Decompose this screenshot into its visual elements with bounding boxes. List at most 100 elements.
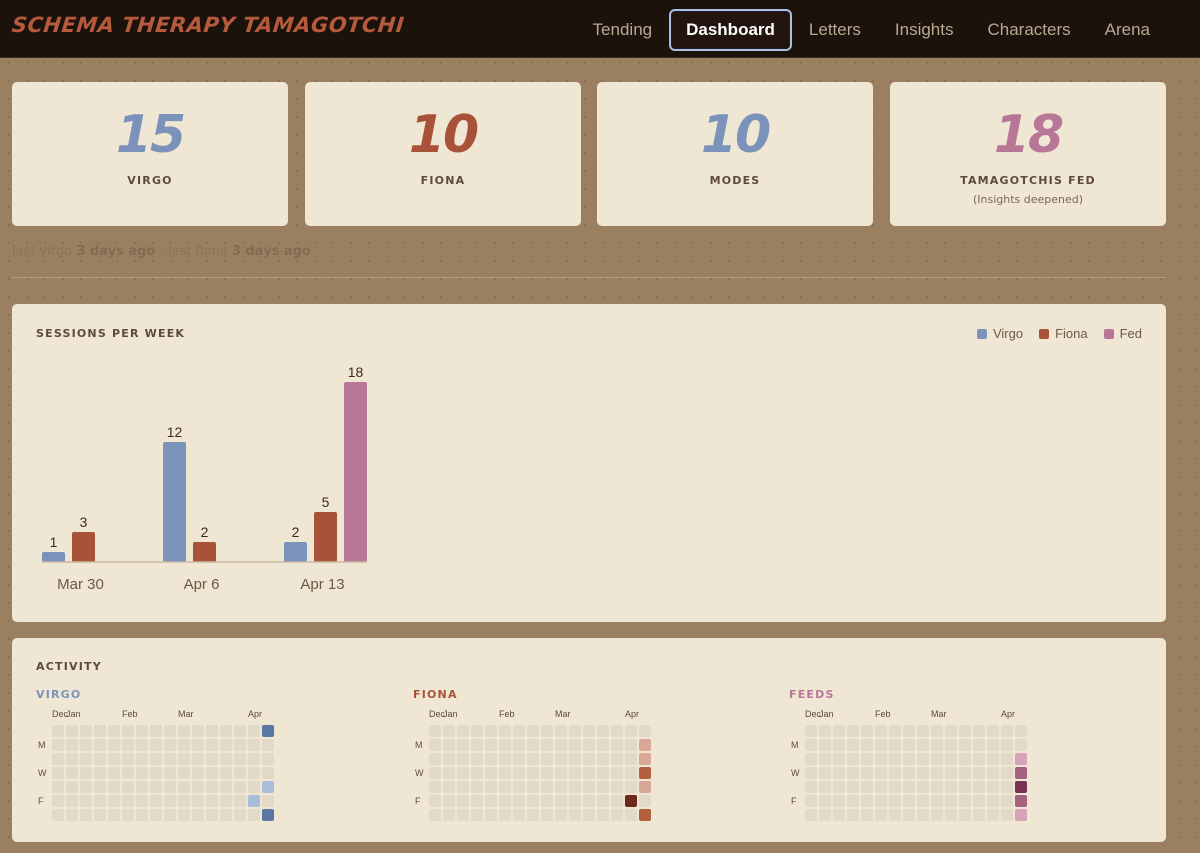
heatmap-cell [625,753,637,765]
nav-characters[interactable]: Characters [970,9,1087,51]
heatmap-cell [903,795,915,807]
heatmap-cell [889,781,901,793]
heatmap-cell [94,781,106,793]
heatmap-cell [443,767,455,779]
month-label: Jan [66,709,81,719]
heatmap-cell [471,753,483,765]
heatmap-cell [220,739,232,751]
heatmap-cell [819,739,831,751]
heatmap-cell [987,739,999,751]
heatmap-cell [833,739,845,751]
heatmap-cell [987,795,999,807]
heatmap-cell [234,809,246,821]
heatmap-cell [262,753,274,765]
heatmap-cell [108,781,120,793]
heatmap-cell [583,781,595,793]
heatmap-cell [945,781,957,793]
heatmap-cell [987,725,999,737]
stat-label: TAMAGOTCHIS FED [960,174,1096,187]
bar-value-label: 1 [50,534,58,550]
heatmap-cell [457,725,469,737]
heatmap-cell [875,781,887,793]
heatmap-cell [611,767,623,779]
stat-card-virgo: 15 VIRGO [12,82,288,226]
heatmap-cell [805,767,817,779]
app-logo-title[interactable]: SCHEMA THERAPY TAMAGOTCHI [11,13,406,37]
heatmap-cell [1001,795,1013,807]
heatmap-cell [959,753,971,765]
heatmap-cell [248,739,260,751]
heatmap-cell [555,781,567,793]
stat-value: 15 [115,105,186,165]
heatmap-cell [875,725,887,737]
nav-insights[interactable]: Insights [878,9,971,51]
heatmap-cell [959,809,971,821]
heatmap-cell [136,739,148,751]
nav-dashboard[interactable]: Dashboard [669,9,792,51]
heatmap-cell [499,753,511,765]
heatmap-cell [220,809,232,821]
heatmap-cell [513,781,525,793]
heatmap-cell [1015,781,1027,793]
heatmap-cell [611,781,623,793]
heatmap-cell [192,795,204,807]
heatmap-cell [569,795,581,807]
heatmap-cell [192,739,204,751]
heatmap-cell [945,809,957,821]
heatmap-title: VIRGO [36,688,82,701]
heatmap-cell [583,739,595,751]
heatmap-cell [1001,725,1013,737]
heatmap-cell [945,767,957,779]
sessions-bar-chart: 1 3 Mar 30 12 2 Apr 6 2 5 18 Apr 13 [42,364,367,593]
heatmap-cell [903,809,915,821]
heatmap-cell [583,753,595,765]
bar-fiona [72,532,95,562]
month-label: Mar [178,709,194,719]
heatmap-cell [819,753,831,765]
heatmap-cell [94,767,106,779]
stat-card-modes: 10 MODES [597,82,873,226]
heatmap-cell [248,795,260,807]
heatmap-cell [819,725,831,737]
heatmap-grid: DecJan Feb Mar AprMWF [38,709,274,821]
heatmap-cell [1001,781,1013,793]
heatmap-cell [625,781,637,793]
heatmap-cell [625,739,637,751]
heatmap-cell [597,767,609,779]
heatmap-cell [861,739,873,751]
heatmap-cell [220,795,232,807]
heatmap-cell [248,767,260,779]
heatmap-cell [945,725,957,737]
heatmap-cell [499,739,511,751]
heatmap-virgo: VIRGO Dec Jan Feb Mar Apr M W F [36,688,296,837]
bar-value-label: 5 [322,494,330,510]
bar-value-label: 2 [292,524,300,540]
heatmap-cell [192,767,204,779]
nav-letters[interactable]: Letters [792,9,878,51]
stat-label: MODES [709,174,761,187]
heatmap-cell [150,795,162,807]
bar-virgo [163,442,186,562]
heatmap-cell [122,809,134,821]
heatmap-cell [889,767,901,779]
heatmap-cell [597,739,609,751]
heatmap-cell [122,795,134,807]
heatmap-cell [66,753,78,765]
heatmap-cell [192,753,204,765]
heatmap-cell [136,753,148,765]
heatmap-cell [443,725,455,737]
heatmap-cell [847,725,859,737]
heatmap-cell [903,767,915,779]
heatmap-cell [945,739,957,751]
month-label: Apr [1001,709,1015,719]
heatmap-cell [861,725,873,737]
heatmap-cell [805,753,817,765]
heatmap-cell [861,795,873,807]
heatmap-cell [164,739,176,751]
heatmap-cell [987,809,999,821]
heatmap-cell [94,753,106,765]
nav-arena[interactable]: Arena [1088,9,1167,51]
separator-dot: · [159,244,164,259]
nav-tending[interactable]: Tending [576,9,670,51]
heatmap-cell [471,725,483,737]
